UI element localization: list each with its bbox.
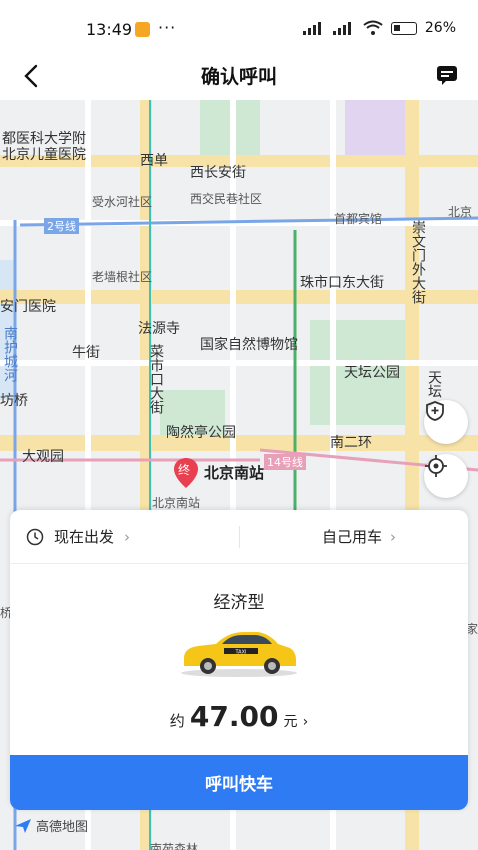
map-label-fangqiao: 坊桥: [0, 393, 28, 409]
notification-app-icon: [135, 22, 150, 37]
price-unit: 元: [283, 714, 298, 730]
price-prefix: 约: [169, 712, 185, 730]
map-label-daguan: 大观园: [22, 449, 64, 465]
order-panel: 现在出发 › 自己用车 › 经济型 TAXI 约 47.00 元 › 呼叫快车: [10, 510, 468, 810]
car-type-title: 经济型: [213, 593, 265, 613]
taxi-car-image: TAXI: [178, 628, 300, 682]
amap-logo: 高德地图: [14, 816, 88, 835]
map-label-xichangan: 西长安街: [190, 165, 246, 181]
departure-time-label: 现在出发: [54, 528, 115, 546]
locate-button[interactable]: [424, 454, 468, 498]
map-label-niujie: 牛街: [72, 345, 100, 361]
price-amount: 47.00: [189, 700, 279, 733]
signal-icon-2: [332, 21, 355, 35]
status-bar: 13:49 ··· 26%: [0, 0, 478, 52]
top-nav: 确认呼叫: [0, 52, 478, 100]
map-label-nan2huan: 南二环: [330, 435, 372, 451]
map-label-nanyuan: 南苑森林: [150, 842, 199, 850]
map-label-temple: 天坛公园: [344, 365, 400, 381]
map-label-laoqiang: 老墙根社区: [92, 270, 153, 284]
map-label-line2: 2号线: [44, 218, 79, 234]
amap-arrow-icon: [15, 818, 31, 833]
page-title: 确认呼叫: [200, 66, 277, 88]
options-divider: [239, 526, 240, 548]
map-label-nature: 国家自然博物馆: [200, 337, 298, 353]
self-use-label: 自己用车: [321, 528, 382, 546]
taxi-sign-text: TAXI: [235, 650, 247, 656]
map-label-anmen: 安门医院: [0, 299, 56, 315]
map-label-fayuan: 法源寺: [138, 321, 180, 337]
self-use-option[interactable]: 自己用车 ›: [322, 526, 396, 547]
map-label-hospital2: 北京儿童医院: [2, 147, 86, 163]
map-label-shoudu: 首都宾馆: [334, 212, 383, 226]
chevron-right-icon-2: ›: [390, 527, 396, 546]
battery-icon: [390, 21, 417, 35]
destination-marker-label: 终: [178, 463, 191, 477]
options-row: 现在出发 › 自己用车 ›: [10, 510, 468, 564]
departure-time-option[interactable]: 现在出发 ›: [26, 526, 130, 547]
wifi-icon: [363, 20, 383, 35]
map-label-nanhu: 南护城河: [2, 326, 18, 382]
taxi-icon: TAXI: [181, 632, 297, 677]
map-label-xidan: 西单: [140, 153, 168, 169]
crosshair-icon: [425, 455, 447, 477]
signal-icon: [302, 21, 325, 35]
price-row[interactable]: 约 47.00 元 ›: [10, 700, 468, 733]
map-label-shoushui: 受水河社区: [92, 195, 153, 209]
message-icon[interactable]: [434, 62, 460, 88]
map-label-taoran: 陶然亭公园: [166, 425, 236, 441]
map-label-chongwen: 崇文门外大街: [410, 220, 426, 304]
map-label-caishikou: 菜市口大街: [148, 344, 164, 414]
chevron-right-icon: ›: [124, 527, 131, 546]
price-chevron-icon: ›: [302, 714, 309, 730]
status-more-dots: ···: [158, 18, 177, 37]
map-label-line14: 14号线: [264, 454, 306, 470]
safety-shield-button[interactable]: [424, 400, 468, 444]
call-car-button[interactable]: 呼叫快车: [10, 755, 468, 810]
destination-marker[interactable]: 终: [174, 458, 198, 488]
map-label-beijing: 北京: [448, 205, 473, 219]
map-label-bjsouth-sub: 北京南站: [152, 496, 201, 510]
amap-logo-text: 高德地图: [36, 820, 89, 835]
clock-icon: [26, 528, 44, 545]
status-right: 26%: [302, 20, 456, 36]
shield-icon: [426, 401, 444, 421]
map-label-zhushikou: 珠市口东大街: [300, 275, 384, 291]
map-label-xijiao: 西交民巷社区: [190, 192, 263, 206]
battery-percent: 26%: [424, 20, 456, 36]
status-time: 13:49: [86, 20, 133, 39]
map-label-bjsouth: 北京南站: [204, 464, 265, 482]
map-label-tian: 天坛: [426, 370, 442, 398]
